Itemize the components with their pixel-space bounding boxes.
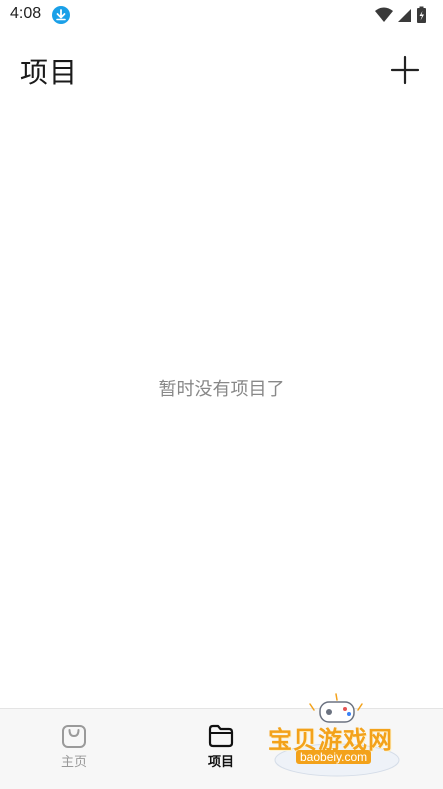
add-project-button[interactable] [389,54,421,86]
empty-state-message: 暂时没有项目了 [158,379,285,400]
status-icons [375,6,426,23]
folder-icon [208,724,234,748]
nav-item-projects[interactable]: 项目 [171,709,271,789]
battery-icon [417,6,426,23]
status-bar: 4:08 [0,0,443,30]
shopping-bag-icon [62,725,86,748]
wifi-icon [375,7,393,22]
nav-item-home[interactable]: 主页 [24,709,124,789]
nav-label-home: 主页 [60,755,87,770]
signal-icon [398,9,411,22]
page-title: 项目 [20,56,79,89]
nav-label-projects: 项目 [207,755,234,770]
header: 项目 [0,40,443,100]
watermark-logo: 宝贝游戏网 baobeiy.com [262,690,422,782]
watermark-url: baobeiy.com [296,750,372,764]
status-time: 4:08 [10,5,42,22]
download-icon [52,6,70,24]
plus-icon [390,55,420,85]
